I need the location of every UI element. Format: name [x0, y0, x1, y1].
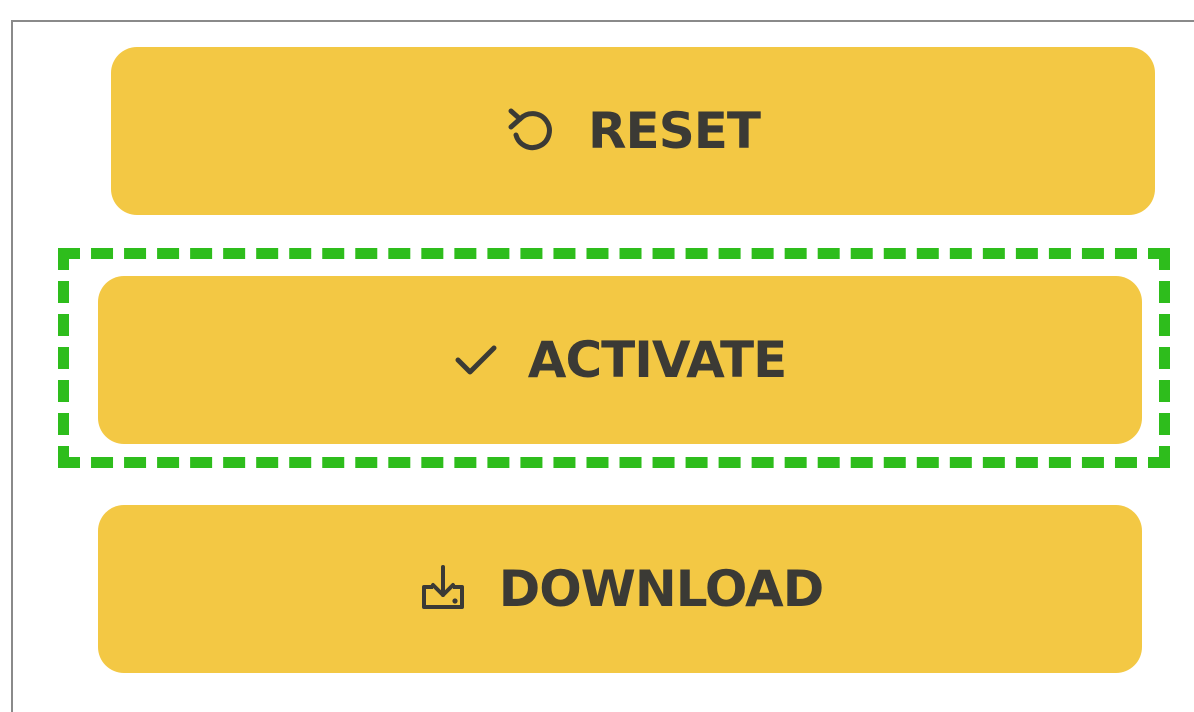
check-icon — [454, 342, 498, 378]
download-icon — [417, 563, 469, 615]
reset-icon — [506, 105, 558, 157]
download-button[interactable]: DOWNLOAD — [98, 505, 1142, 673]
download-button-label: DOWNLOAD — [498, 560, 824, 618]
activate-button-label: ACTIVATE — [527, 331, 787, 389]
reset-button[interactable]: RESET — [111, 47, 1155, 215]
activate-button[interactable]: ACTIVATE — [98, 276, 1142, 444]
reset-button-label: RESET — [588, 102, 761, 160]
